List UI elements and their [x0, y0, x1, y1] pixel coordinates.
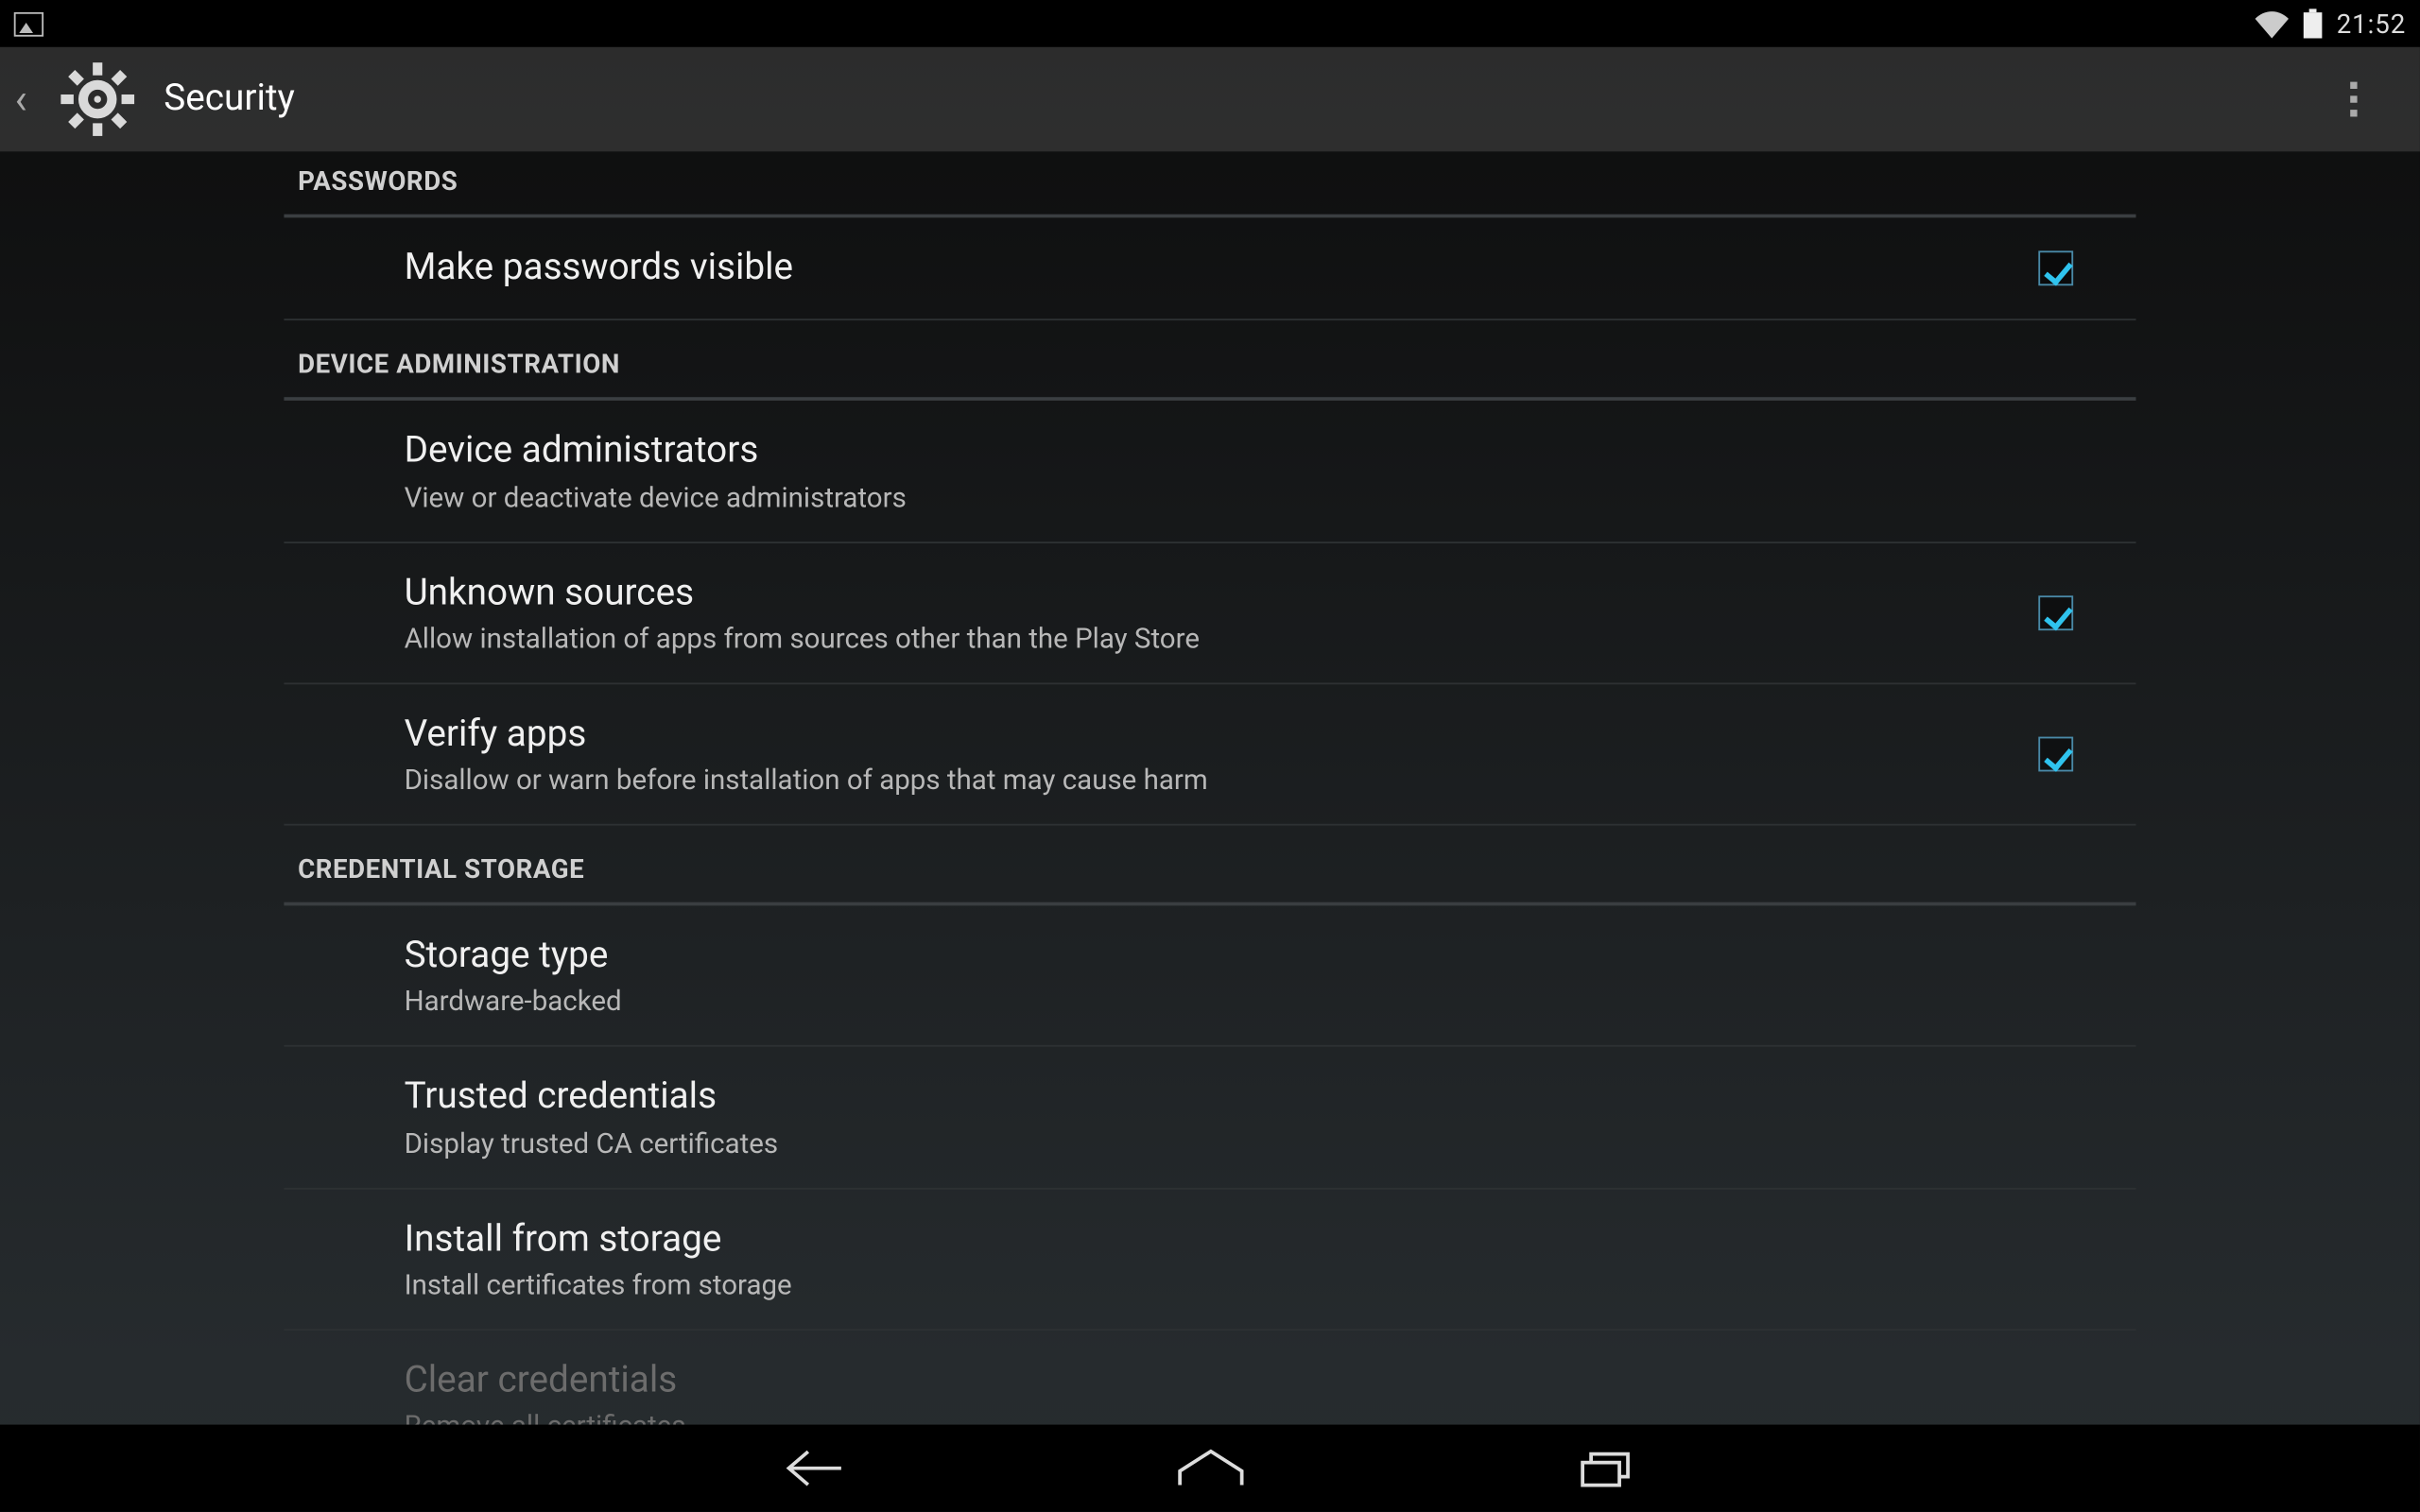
- settings-list: PASSWORDS Make passwords visible DEVICE AD…: [284, 151, 2135, 1471]
- settings-item-subtitle: View or deactivate device administrators: [405, 480, 2122, 513]
- settings-item-subtitle: Allow installation of apps from sources …: [405, 621, 2039, 654]
- settings-item[interactable]: Trusted credentials Display trusted CA ce…: [284, 1047, 2135, 1189]
- settings-item-subtitle: Display trusted CA certificates: [405, 1125, 2122, 1159]
- action-bar-title: Security: [164, 78, 295, 120]
- settings-item-title: Unknown sources: [405, 571, 2039, 616]
- nav-home-button[interactable]: [1168, 1426, 1252, 1509]
- action-bar: ‹: [0, 47, 2420, 152]
- image-notification-icon: [14, 11, 43, 36]
- action-bar-up[interactable]: ‹: [10, 58, 295, 141]
- checkbox[interactable]: [2038, 251, 2073, 286]
- settings-item-title: Device administrators: [405, 429, 2122, 474]
- settings-item[interactable]: Install from storage Install certificates…: [284, 1189, 2135, 1331]
- back-caret-icon: ‹: [10, 75, 31, 124]
- overflow-menu-button[interactable]: [2336, 68, 2371, 130]
- settings-item-title: Make passwords visible: [405, 246, 2039, 291]
- nav-recents-button[interactable]: [1565, 1426, 1649, 1509]
- settings-item[interactable]: Device administrators View or deactivate …: [284, 401, 2135, 542]
- nav-back-button[interactable]: [771, 1426, 855, 1509]
- settings-item[interactable]: Verify apps Disallow or warn before insta…: [284, 684, 2135, 826]
- settings-item-title: Storage type: [405, 934, 2122, 979]
- settings-item[interactable]: Unknown sources Allow installation of app…: [284, 542, 2135, 684]
- navigation-bar: [0, 1425, 2420, 1512]
- settings-item-subtitle: Hardware-backed: [405, 985, 2122, 1018]
- checkbox[interactable]: [2038, 595, 2073, 630]
- settings-item-subtitle: Disallow or warn before installation of …: [405, 763, 2039, 796]
- settings-item-subtitle: Install certificates from storage: [405, 1267, 2122, 1300]
- settings-item-title: Install from storage: [405, 1216, 2122, 1262]
- status-time: 21:52: [2337, 8, 2406, 39]
- settings-item[interactable]: Storage type Hardware-backed: [284, 905, 2135, 1047]
- status-bar: 21:52: [0, 0, 2420, 47]
- section-header: CREDENTIAL STORAGE: [284, 826, 2135, 906]
- settings-item-title: Clear credentials: [405, 1358, 2122, 1403]
- battery-icon: [2304, 9, 2323, 38]
- settings-item-title: Trusted credentials: [405, 1075, 2122, 1121]
- checkbox[interactable]: [2038, 736, 2073, 771]
- section-header: DEVICE ADMINISTRATION: [284, 321, 2135, 402]
- section-header: PASSWORDS: [284, 151, 2135, 217]
- settings-gear-icon: [56, 58, 139, 141]
- settings-item[interactable]: Make passwords visible: [284, 217, 2135, 320]
- wifi-icon: [2255, 9, 2290, 37]
- settings-item-title: Verify apps: [405, 712, 2039, 757]
